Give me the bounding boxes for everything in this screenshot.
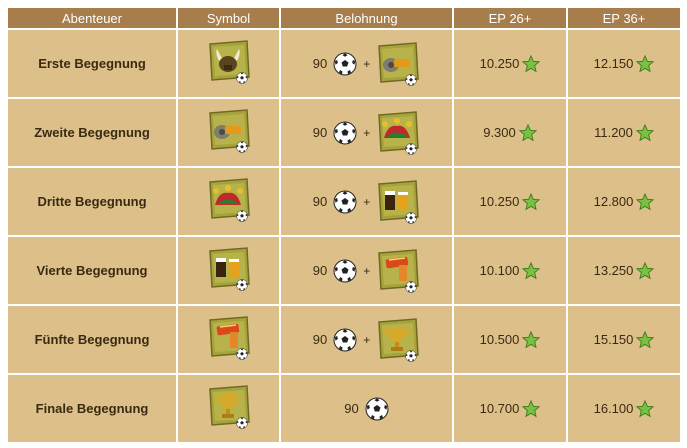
star-icon: [635, 123, 655, 142]
jester-hat-icon: [207, 177, 251, 223]
star-icon: [522, 192, 541, 211]
ep36-value: 16.100: [593, 401, 634, 416]
ep26-cell: 10.250: [454, 168, 566, 235]
header-reward: Belohnung: [281, 8, 452, 28]
reward-coins: 90: [312, 263, 328, 278]
trophy-icon: [376, 317, 420, 363]
star-icon: [636, 261, 655, 280]
ep36-cell: 12.800: [568, 168, 680, 235]
header-ep26: EP 26+: [454, 8, 566, 28]
symbol-cell: [178, 375, 279, 442]
ep26-value: 10.100: [479, 263, 520, 278]
adventure-name: Zweite Begegnung: [8, 99, 176, 166]
ep36-value: 12.800: [593, 194, 634, 209]
soccer-ball-icon: [365, 397, 389, 421]
reward-coins: 90: [312, 56, 328, 71]
ep36-value: 11.200: [594, 125, 633, 140]
star-icon: [522, 54, 541, 73]
reward-coins: 90: [312, 194, 328, 209]
ep26-cell: 9.300: [454, 99, 566, 166]
table-row: Erste Begegnung 90 + 10.250 12.150: [8, 30, 680, 97]
plus-sign: +: [363, 56, 371, 71]
ep36-cell: 11.200: [568, 99, 680, 166]
plus-sign: +: [363, 263, 371, 278]
star-icon: [518, 123, 537, 142]
star-icon: [636, 330, 655, 349]
table-row: Fünfte Begegnung 90 + 10.500 15.150: [8, 306, 680, 373]
beer-icon: [207, 246, 251, 292]
star-icon: [636, 54, 655, 73]
helmet-icon: [207, 39, 251, 85]
reward-cell: 90: [281, 375, 452, 442]
symbol-cell: [178, 237, 279, 304]
adventure-table: Abenteuer Symbol Belohnung EP 26+ EP 36+…: [6, 6, 682, 444]
soccer-ball-icon: [333, 328, 357, 352]
ep36-cell: 16.100: [568, 375, 680, 442]
ep26-value: 10.700: [479, 401, 520, 416]
table-row: Dritte Begegnung 90 + 10.250 12.800: [8, 168, 680, 235]
star-icon: [636, 192, 655, 211]
beer-icon: [376, 179, 420, 225]
ep26-value: 10.500: [479, 332, 520, 347]
header-adventure: Abenteuer: [8, 8, 176, 28]
reward-cell: 90 +: [281, 306, 452, 373]
whistle-icon: [207, 108, 251, 154]
reward-coins: 90: [312, 332, 328, 347]
whistle-icon: [376, 41, 420, 87]
star-icon: [522, 330, 541, 349]
star-icon: [636, 399, 655, 418]
header-ep36: EP 36+: [568, 8, 680, 28]
soccer-ball-icon: [333, 121, 357, 145]
adventure-name: Dritte Begegnung: [8, 168, 176, 235]
ep26-cell: 10.500: [454, 306, 566, 373]
adventure-name: Erste Begegnung: [8, 30, 176, 97]
ep26-cell: 10.100: [454, 237, 566, 304]
trophy-icon: [207, 384, 251, 430]
ep36-value: 13.250: [593, 263, 634, 278]
symbol-cell: [178, 168, 279, 235]
star-icon: [522, 399, 541, 418]
ep26-value: 10.250: [479, 194, 520, 209]
plus-sign: +: [363, 332, 371, 347]
ep36-cell: 15.150: [568, 306, 680, 373]
table-row: Vierte Begegnung 90 + 10.100 13.250: [8, 237, 680, 304]
reward-coins: 90: [344, 401, 359, 416]
reward-cell: 90 +: [281, 99, 452, 166]
table-row: Zweite Begegnung 90 + 9.300 11.200: [8, 99, 680, 166]
header-symbol: Symbol: [178, 8, 279, 28]
table-row: Finale Begegnung 90 10.700 16.100: [8, 375, 680, 442]
ep26-value: 9.300: [483, 125, 516, 140]
ep36-cell: 13.250: [568, 237, 680, 304]
plus-sign: +: [363, 194, 371, 209]
scarf-icon: [376, 248, 420, 294]
ep36-value: 12.150: [593, 56, 634, 71]
soccer-ball-icon: [333, 259, 357, 283]
scarf-icon: [207, 315, 251, 361]
star-icon: [522, 261, 541, 280]
ep36-value: 15.150: [593, 332, 634, 347]
reward-cell: 90 +: [281, 30, 452, 97]
adventure-name: Fünfte Begegnung: [8, 306, 176, 373]
symbol-cell: [178, 99, 279, 166]
reward-coins: 90: [312, 125, 328, 140]
symbol-cell: [178, 30, 279, 97]
ep26-value: 10.250: [479, 56, 520, 71]
reward-cell: 90 +: [281, 237, 452, 304]
soccer-ball-icon: [333, 52, 357, 76]
ep26-cell: 10.250: [454, 30, 566, 97]
symbol-cell: [178, 306, 279, 373]
ep26-cell: 10.700: [454, 375, 566, 442]
soccer-ball-icon: [333, 190, 357, 214]
plus-sign: +: [363, 125, 371, 140]
adventure-name: Vierte Begegnung: [8, 237, 176, 304]
jester-hat-icon: [376, 110, 420, 156]
adventure-name: Finale Begegnung: [8, 375, 176, 442]
reward-cell: 90 +: [281, 168, 452, 235]
ep36-cell: 12.150: [568, 30, 680, 97]
